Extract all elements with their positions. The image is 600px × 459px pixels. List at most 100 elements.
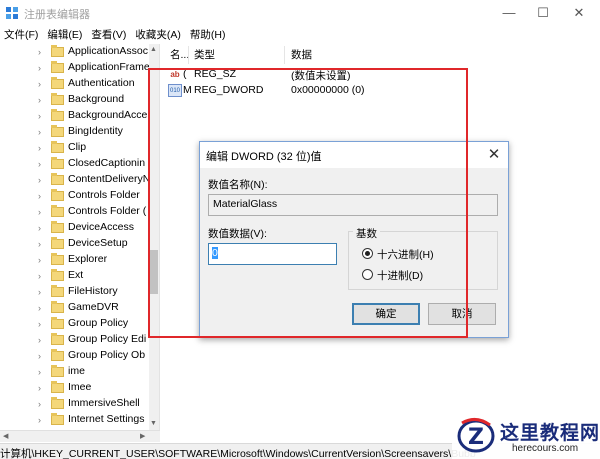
folder-icon [51,157,64,169]
folder-icon [51,189,64,201]
expand-arrow-icon[interactable]: › [38,351,46,361]
tree-item[interactable]: › Group Policy [0,316,150,332]
tree-item-label: Authentication [68,77,135,89]
scroll-right-icon[interactable]: ▶ [140,432,145,440]
scroll-up-icon[interactable]: ▲ [150,46,157,53]
tree-item[interactable]: › ImmersiveShell [0,396,150,412]
tree-item[interactable]: › BackgroundAcce [0,108,150,124]
tree-item[interactable]: › Explorer [0,252,150,268]
tree-horizontal-scrollbar[interactable]: ◀ ▶ [0,430,160,442]
title-bar: 注册表编辑器 — ☐ ✕ [0,0,600,26]
registry-editor-icon [6,7,18,19]
tree-item-label: ApplicationFrame [68,61,150,73]
folder-icon [51,109,64,121]
column-name-header[interactable]: 名... [170,46,189,64]
tree-item-label: Controls Folder ( [68,205,147,217]
tree-item[interactable]: › DeviceSetup [0,236,150,252]
folder-icon [51,269,64,281]
menu-favorites[interactable]: 收藏夹(A) [131,27,186,43]
tree-item[interactable]: › Imee [0,380,150,396]
tree-item[interactable]: › FileHistory [0,284,150,300]
expand-arrow-icon[interactable]: › [38,383,46,393]
expand-arrow-icon[interactable]: › [38,319,46,329]
tree-item[interactable]: › ApplicationFrame [0,60,150,76]
folder-icon [51,205,64,217]
tree-item[interactable]: › ContentDeliveryN [0,172,150,188]
folder-icon [51,45,64,57]
expand-arrow-icon[interactable]: › [38,175,46,185]
close-button[interactable]: ✕ [556,0,600,26]
menu-view[interactable]: 查看(V) [87,27,131,43]
tree-item[interactable]: › Ext [0,268,150,284]
expand-arrow-icon[interactable]: › [38,415,46,425]
menu-edit[interactable]: 编辑(E) [43,27,87,43]
svg-text:Z: Z [468,425,484,450]
expand-arrow-icon[interactable]: › [38,79,46,89]
expand-arrow-icon[interactable]: › [38,143,46,153]
folder-icon [51,381,64,393]
tree-item-label: BackgroundAcce [68,109,148,121]
tree-item[interactable]: › Group Policy Ob [0,348,150,364]
scroll-left-icon[interactable]: ◀ [3,432,8,440]
tree-item[interactable]: › Internet Settings [0,412,150,428]
column-separator[interactable] [284,46,285,64]
scroll-down-icon[interactable]: ▼ [150,420,157,427]
tree-item-label: Clip [68,141,87,153]
expand-arrow-icon[interactable]: › [38,271,46,281]
tree-item-label: Explorer [68,253,108,265]
tree-item[interactable]: › Group Policy Edi [0,332,150,348]
tree-item[interactable]: › ime [0,364,150,380]
key-tree[interactable]: › ApplicationAssoc › ApplicationFrame › Aut… [0,44,160,430]
expand-arrow-icon[interactable]: › [38,191,46,201]
expand-arrow-icon[interactable]: › [38,111,46,121]
expand-arrow-icon[interactable]: › [38,159,46,169]
menu-file[interactable]: 文件(F) [0,27,43,43]
expand-arrow-icon[interactable]: › [38,399,46,409]
tree-item[interactable]: › Authentication [0,76,150,92]
annotation-highlight-box [148,68,468,338]
tree-item-label: BingIdentity [68,125,123,137]
tree-item[interactable]: › DeviceAccess [0,220,150,236]
column-separator[interactable] [188,46,189,64]
folder-icon [51,253,64,265]
tree-item-label: Internet Settings [68,413,145,425]
expand-arrow-icon[interactable]: › [38,367,46,377]
menu-help[interactable]: 帮助(H) [186,27,231,43]
tree-item[interactable]: › Controls Folder [0,188,150,204]
folder-icon [51,333,64,345]
tree-item[interactable]: › Background [0,92,150,108]
expand-arrow-icon[interactable]: › [38,223,46,233]
tree-item[interactable]: › Clip [0,140,150,156]
tree-item-label: DeviceAccess [68,221,134,233]
expand-arrow-icon[interactable]: › [38,127,46,137]
expand-arrow-icon[interactable]: › [38,335,46,345]
folder-icon [51,317,64,329]
expand-arrow-icon[interactable]: › [38,47,46,57]
tree-item-label: Controls Folder [68,189,140,201]
expand-arrow-icon[interactable]: › [38,287,46,297]
tree-item[interactable]: › GameDVR [0,300,150,316]
folder-icon [51,77,64,89]
tree-item-label: ime [68,365,85,377]
folder-icon [51,221,64,233]
tree-item[interactable]: › ApplicationAssoc [0,44,150,60]
expand-arrow-icon[interactable]: › [38,239,46,249]
folder-icon [51,413,64,425]
expand-arrow-icon[interactable]: › [38,255,46,265]
site-watermark: Z 这里教程网 herecours.com [452,413,600,459]
expand-arrow-icon[interactable]: › [38,303,46,313]
tree-item-label: Ext [68,269,84,281]
expand-arrow-icon[interactable]: › [38,207,46,217]
tree-item[interactable]: › Controls Folder ( [0,204,150,220]
column-data-header[interactable]: 数据 [291,46,312,64]
dialog-close-button[interactable]: ✕ [483,145,505,165]
column-type-header[interactable]: 类型 [194,46,215,64]
tree-item-label: ImmersiveShell [68,397,140,409]
folder-icon [51,141,64,153]
expand-arrow-icon[interactable]: › [38,95,46,105]
tree-item-label: Group Policy Edi [68,333,147,345]
expand-arrow-icon[interactable]: › [38,63,46,73]
folder-icon [51,365,64,377]
tree-item[interactable]: › ClosedCaptionin [0,156,150,172]
tree-item[interactable]: › BingIdentity [0,124,150,140]
